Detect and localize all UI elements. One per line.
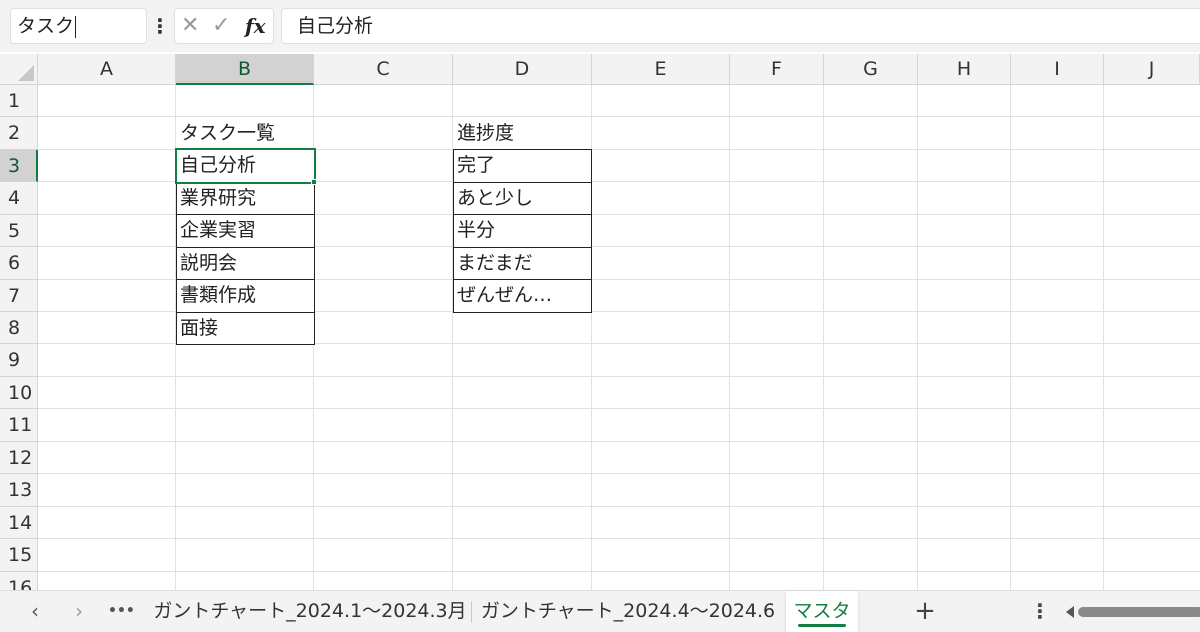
cell-b8[interactable]: 面接 — [176, 312, 315, 345]
sheet-tab-bar: ‹ › ••• ガントチャート_2024.1～2024.3月 ガントチャート_2… — [0, 590, 1200, 632]
row-header-15[interactable]: 15 — [0, 539, 38, 572]
row-header-14[interactable]: 14 — [0, 507, 38, 539]
sheet-tab-gantt-1[interactable]: ガントチャート_2024.1～2024.3月 — [150, 591, 470, 632]
gridline — [38, 506, 1200, 507]
cell-area[interactable]: タスク一覧 進捗度 自己分析 業界研究 企業実習 説明会 書類作成 面接 完了 … — [38, 85, 1200, 590]
gridline — [823, 85, 824, 590]
row-header-7[interactable]: 7 — [0, 280, 38, 312]
row-header-10[interactable]: 10 — [0, 377, 38, 409]
formula-input[interactable]: 自己分析 — [281, 8, 1200, 44]
row-header-12[interactable]: 12 — [0, 442, 38, 474]
sheet-tab-masta[interactable]: マスタ — [786, 591, 858, 632]
sheet-tab-masta-label: マスタ — [793, 600, 851, 622]
next-sheet-button[interactable]: › — [66, 591, 92, 632]
formula-bar: タスク ⋮ ✕ ✓ fx 自己分析 — [0, 0, 1200, 52]
more-sheets-button[interactable]: ••• — [108, 591, 135, 632]
vertical-ellipsis-icon[interactable]: ⋮ — [150, 8, 170, 44]
add-sheet-button[interactable]: + — [910, 591, 940, 632]
gridline — [38, 538, 1200, 539]
cell-b5[interactable]: 企業実習 — [176, 214, 315, 248]
row-header-8[interactable]: 8 — [0, 312, 38, 344]
active-tab-indicator — [798, 624, 846, 627]
scrollbar-thumb[interactable] — [1078, 607, 1200, 617]
row-header-5[interactable]: 5 — [0, 215, 38, 247]
row-header-1[interactable]: 1 — [0, 85, 38, 117]
cell-b4[interactable]: 業界研究 — [176, 182, 315, 215]
row-header-4[interactable]: 4 — [0, 182, 38, 215]
name-box-value: タスク — [17, 15, 75, 37]
formula-buttons: ✕ ✓ fx — [174, 8, 274, 44]
cell-b7[interactable]: 書類作成 — [176, 279, 315, 313]
row-header-11[interactable]: 11 — [0, 409, 38, 442]
column-header-d[interactable]: D — [453, 54, 592, 85]
cell-d7[interactable]: ぜんぜん… — [453, 279, 592, 313]
tab-separator — [471, 601, 472, 623]
row-header-2[interactable]: 2 — [0, 117, 38, 150]
column-header-c[interactable]: C — [314, 54, 453, 85]
cell-d2[interactable]: 進捗度 — [453, 117, 591, 150]
gridline — [729, 85, 730, 590]
cell-b2[interactable]: タスク一覧 — [176, 117, 313, 150]
gridline — [917, 85, 918, 590]
prev-sheet-button[interactable]: ‹ — [22, 591, 48, 632]
check-icon[interactable]: ✓ — [212, 9, 230, 43]
column-header-a[interactable]: A — [38, 54, 176, 85]
row-header-6[interactable]: 6 — [0, 247, 38, 280]
cell-d6[interactable]: まだまだ — [453, 247, 592, 280]
cell-d5[interactable]: 半分 — [453, 214, 592, 248]
row-header-16[interactable]: 16 — [0, 572, 38, 590]
gridline — [38, 408, 1200, 409]
column-header-i[interactable]: I — [1011, 54, 1104, 85]
row-header-9[interactable]: 9 — [0, 344, 38, 377]
gridline — [1010, 85, 1011, 590]
column-header-j[interactable]: J — [1104, 54, 1200, 85]
sheet-tab-gantt-2[interactable]: ガントチャート_2024.4～2024.6 — [478, 591, 778, 632]
horizontal-scrollbar[interactable] — [1062, 601, 1200, 623]
cell-d3[interactable]: 完了 — [453, 149, 592, 183]
column-header-f[interactable]: F — [730, 54, 824, 85]
gridline — [38, 376, 1200, 377]
column-header-g[interactable]: G — [824, 54, 918, 85]
column-header-e[interactable]: E — [592, 54, 730, 85]
row-header-3[interactable]: 3 — [0, 150, 38, 182]
select-all-button[interactable] — [0, 54, 38, 85]
name-box[interactable]: タスク — [10, 8, 147, 44]
fill-handle[interactable] — [311, 179, 317, 185]
vertical-ellipsis-icon[interactable]: ⋮ — [1030, 591, 1050, 632]
scroll-left-icon[interactable] — [1066, 606, 1074, 618]
gridline — [1103, 85, 1104, 590]
gridline — [38, 473, 1200, 474]
insert-function-icon[interactable]: fx — [245, 9, 266, 43]
cell-d4[interactable]: あと少し — [453, 182, 592, 215]
select-all-triangle-icon — [18, 65, 34, 81]
gridline — [38, 441, 1200, 442]
text-caret — [75, 15, 77, 38]
active-cell-border — [175, 148, 316, 184]
worksheet-grid: A B C D E F G H I J 1 2 3 4 5 6 7 8 9 10… — [0, 54, 1200, 590]
cell-b6[interactable]: 説明会 — [176, 247, 315, 280]
close-icon[interactable]: ✕ — [181, 9, 199, 43]
gridline — [38, 571, 1200, 572]
row-header-13[interactable]: 13 — [0, 474, 38, 507]
column-header-b[interactable]: B — [176, 54, 314, 85]
column-header-h[interactable]: H — [918, 54, 1011, 85]
